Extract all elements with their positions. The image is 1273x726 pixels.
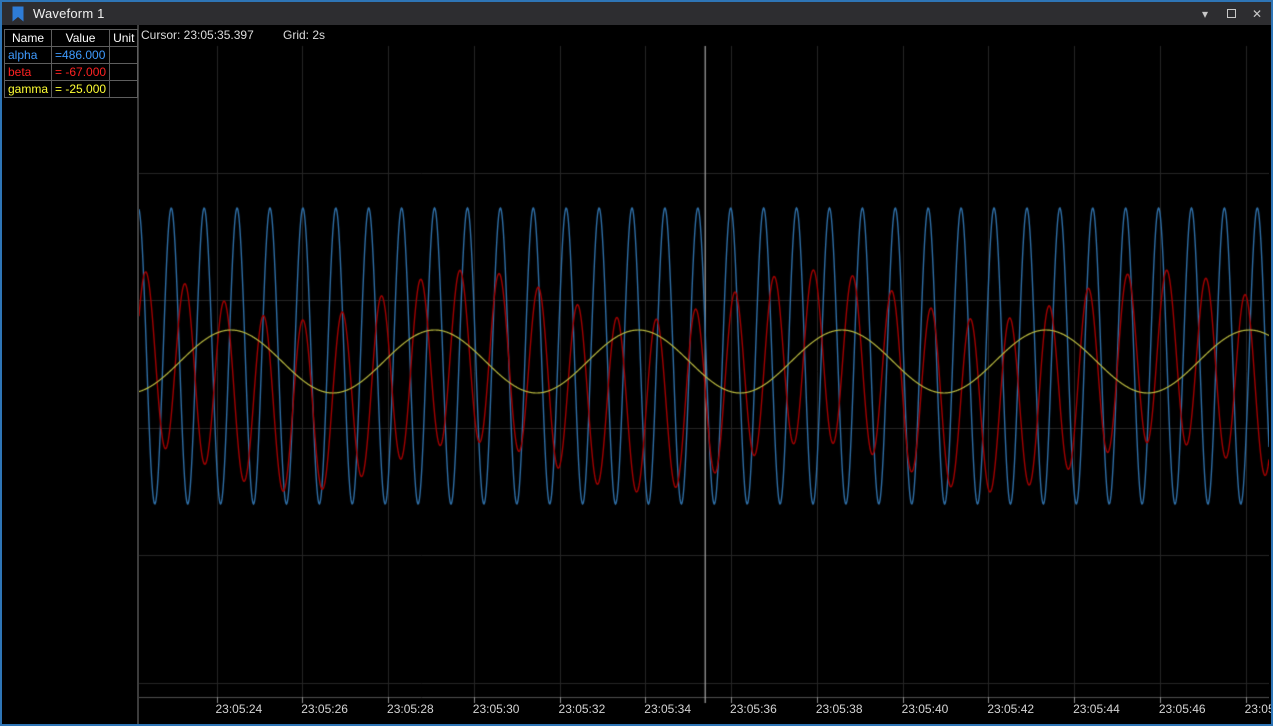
table-header-row: Name Value Unit xyxy=(5,30,138,47)
x-axis-label: 23:05:42 xyxy=(987,702,1034,716)
signal-table: Name Value Unit alpha =486.000 beta = -6… xyxy=(4,29,138,98)
signal-name: beta xyxy=(5,64,52,81)
x-axis-label: 23:05:26 xyxy=(301,702,348,716)
cursor-readout: Cursor: 23:05:35.397 xyxy=(141,28,254,42)
x-axis-label: 23:05:24 xyxy=(216,702,263,716)
x-axis-label: 23:05:40 xyxy=(902,702,949,716)
x-axis-label: 23:05:48 xyxy=(1245,702,1271,716)
signal-panel: Name Value Unit alpha =486.000 beta = -6… xyxy=(2,25,139,724)
waveform-canvas[interactable] xyxy=(139,25,1269,724)
x-axis-label: 23:05:34 xyxy=(644,702,691,716)
maximize-icon[interactable] xyxy=(1223,7,1239,21)
signal-unit xyxy=(110,64,138,81)
table-row[interactable]: gamma = -25.000 xyxy=(5,81,138,98)
signal-unit xyxy=(110,81,138,98)
dock-menu-icon[interactable]: ▾ xyxy=(1197,7,1213,21)
x-axis-label: 23:05:36 xyxy=(730,702,777,716)
signal-unit xyxy=(110,47,138,64)
waveform-window: Waveform 1 ▾ ✕ Name Value Unit alpha xyxy=(0,0,1273,726)
plot-status-bar: Cursor: 23:05:35.397 Grid: 2s xyxy=(141,28,254,42)
x-axis-label: 23:05:30 xyxy=(473,702,520,716)
table-row[interactable]: beta = -67.000 xyxy=(5,64,138,81)
x-axis-label: 23:05:28 xyxy=(387,702,434,716)
titlebar[interactable]: Waveform 1 ▾ ✕ xyxy=(2,2,1271,25)
column-header-value[interactable]: Value xyxy=(52,30,110,47)
window-title: Waveform 1 xyxy=(33,6,105,21)
signal-name: alpha xyxy=(5,47,52,64)
column-header-unit[interactable]: Unit xyxy=(110,30,138,47)
bookmark-icon xyxy=(11,6,25,22)
signal-value: = -67.000 xyxy=(52,64,110,81)
x-axis-label: 23:05:38 xyxy=(816,702,863,716)
table-row[interactable]: alpha =486.000 xyxy=(5,47,138,64)
x-axis-label: 23:05:46 xyxy=(1159,702,1206,716)
grid-readout: Grid: 2s xyxy=(283,28,325,42)
signal-value: =486.000 xyxy=(52,47,110,64)
signal-value: = -25.000 xyxy=(52,81,110,98)
signal-name: gamma xyxy=(5,81,52,98)
x-axis-label: 23:05:32 xyxy=(559,702,606,716)
waveform-plot[interactable]: Cursor: 23:05:35.397 Grid: 2s 23:05:24 23… xyxy=(139,25,1271,724)
column-header-name[interactable]: Name xyxy=(5,30,52,47)
close-icon[interactable]: ✕ xyxy=(1249,7,1265,21)
x-axis-label: 23:05:44 xyxy=(1073,702,1120,716)
